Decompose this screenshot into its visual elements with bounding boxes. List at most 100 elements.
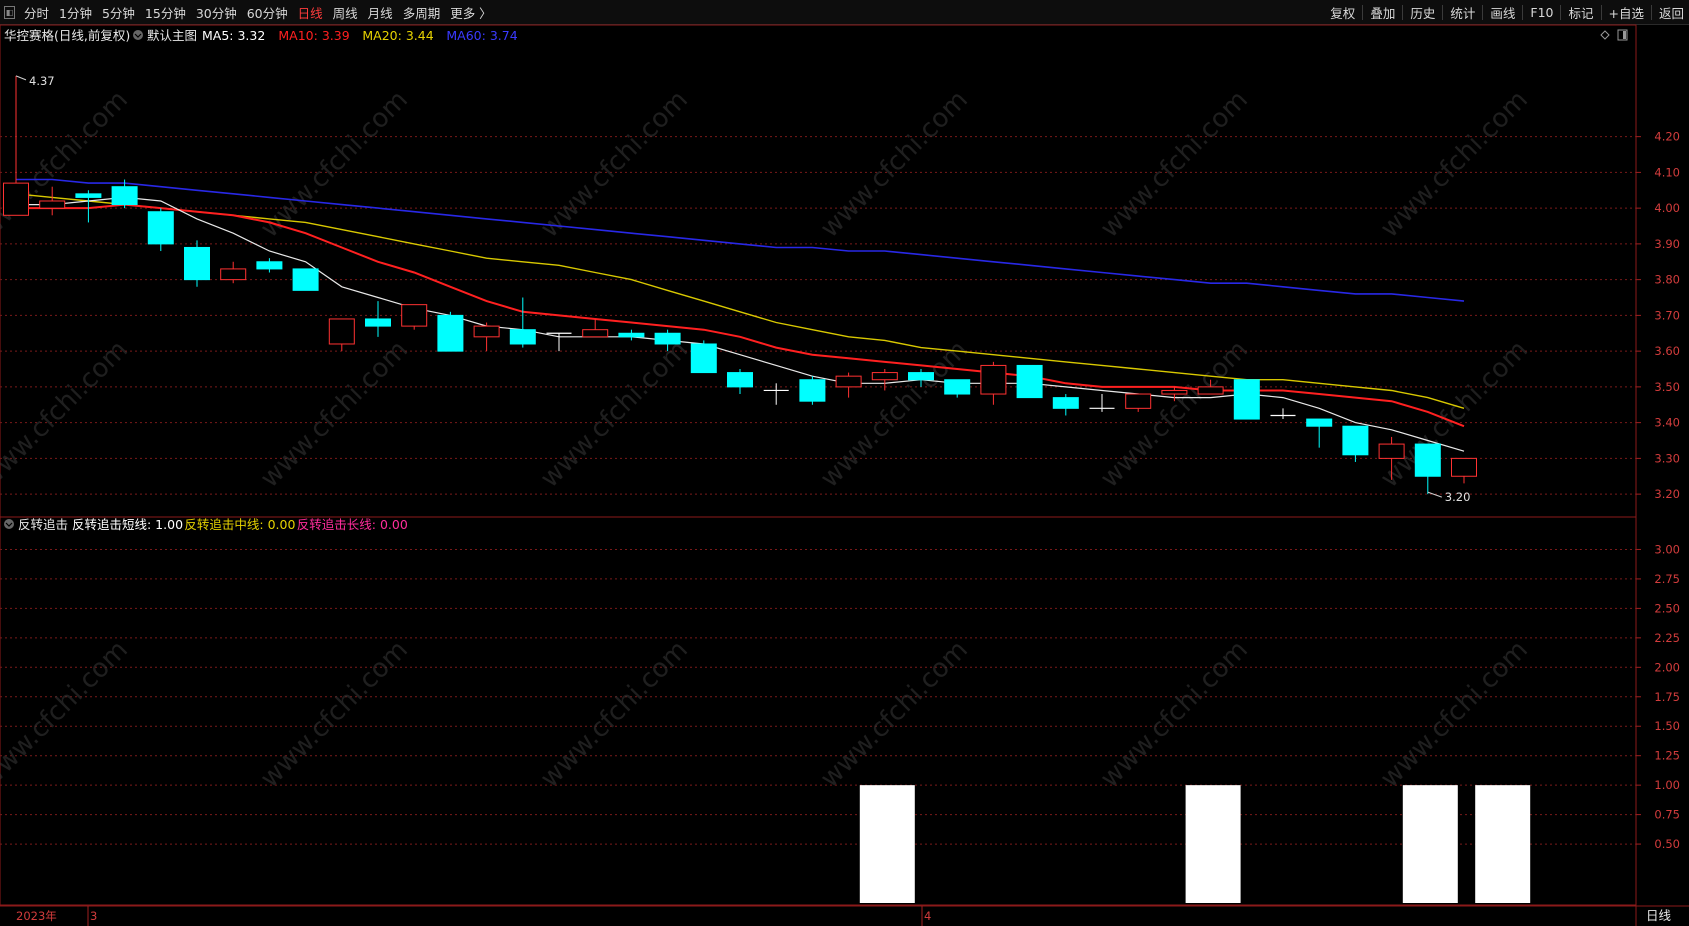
- candle-body-up[interactable]: [1125, 393, 1152, 409]
- indicator-tick-label: 1.50: [1654, 719, 1680, 733]
- candle-body-down[interactable]: [365, 318, 391, 327]
- indicator-tick-label: 0.50: [1654, 837, 1680, 851]
- indicator-dropdown-icon[interactable]: [4, 519, 14, 529]
- price-tick-label: 4.00: [1654, 201, 1680, 215]
- watermark-text: www.cfchi.com: [815, 85, 974, 244]
- watermark-text: www.cfchi.com: [1095, 85, 1254, 244]
- main-template-label[interactable]: 默认主图: [147, 28, 197, 43]
- watermark-text: www.cfchi.com: [815, 335, 974, 494]
- candle-body-down[interactable]: [509, 329, 536, 345]
- candle-body-up[interactable]: [835, 375, 862, 388]
- indicator-tick-label: 2.25: [1654, 631, 1680, 645]
- candle-body-up[interactable]: [220, 268, 247, 281]
- candle-body-down[interactable]: [690, 343, 717, 374]
- candle-body-up[interactable]: [980, 364, 1007, 395]
- candle-body-up[interactable]: [3, 182, 29, 216]
- price-tick-label: 3.90: [1654, 237, 1680, 251]
- candle-body-up[interactable]: [1378, 443, 1405, 459]
- candle-body-down[interactable]: [1342, 425, 1369, 456]
- watermark-text: www.cfchi.com: [1375, 635, 1534, 794]
- candle-body-up[interactable]: [1197, 386, 1224, 395]
- candle-body-down[interactable]: [111, 186, 138, 206]
- indicator-legend-item: 反转追击长线: 0.00: [297, 517, 408, 532]
- watermark-text: www.cfchi.com: [0, 335, 134, 494]
- watermark-text: www.cfchi.com: [535, 85, 694, 244]
- candle-body-down[interactable]: [908, 372, 934, 381]
- diamond-icon[interactable]: [1600, 30, 1610, 40]
- price-tick-label: 3.20: [1654, 487, 1680, 501]
- period-badge[interactable]: 日线: [1646, 908, 1672, 923]
- watermark-text: www.cfchi.com: [255, 635, 414, 794]
- candle-body-down[interactable]: [184, 246, 210, 281]
- candle-body-up[interactable]: [1451, 457, 1477, 477]
- signal-bar[interactable]: [1185, 785, 1241, 903]
- window-toggle-fill: [1623, 31, 1626, 39]
- candle-body-up[interactable]: [473, 325, 500, 338]
- ma-legend-item: MA60: 3.74: [446, 28, 517, 43]
- watermark-text: www.cfchi.com: [815, 635, 974, 794]
- signal-bar[interactable]: [1475, 785, 1531, 903]
- candle-body-down[interactable]: [292, 268, 319, 291]
- ma-legend-item: MA10: 3.39: [278, 28, 349, 43]
- price-tick-label: 4.20: [1654, 130, 1680, 144]
- kline-chart[interactable]: 4.20 4.10 4.00 3.90 3.80 3.70 3.60 3.50 3.40 3.30…: [0, 0, 1689, 926]
- indicator-tick-label: 2.75: [1654, 572, 1680, 586]
- high-price-pointer: [15, 75, 27, 81]
- price-tick-label: 3.50: [1654, 380, 1680, 394]
- candle-body-down[interactable]: [727, 372, 753, 388]
- candle-body-down[interactable]: [1052, 397, 1079, 409]
- year-label: 2023年: [16, 909, 57, 923]
- month-label: 4: [924, 909, 931, 923]
- candle-body-down[interactable]: [944, 379, 971, 395]
- month-label: 3: [90, 909, 97, 923]
- candle-body-down[interactable]: [256, 261, 283, 270]
- price-tick-label: 3.60: [1654, 344, 1680, 358]
- candle-body-down[interactable]: [654, 332, 681, 345]
- candle-body-down[interactable]: [618, 332, 645, 338]
- candle-body-down[interactable]: [799, 379, 826, 402]
- main-template-dropdown-icon[interactable]: [133, 30, 143, 40]
- indicator-panel-frame: [0, 516, 1637, 906]
- candle-body-down[interactable]: [437, 314, 464, 352]
- watermark-text: www.cfchi.com: [0, 635, 134, 794]
- candle-body-up[interactable]: [871, 372, 898, 381]
- candle-body-down[interactable]: [1414, 443, 1441, 477]
- ma-legend-item: MA5: 3.32: [202, 28, 265, 43]
- watermark-text: www.cfchi.com: [1095, 635, 1254, 794]
- candle-body-up[interactable]: [1161, 389, 1188, 395]
- indicator-tick-label: 1.00: [1654, 778, 1680, 792]
- candle-body-up[interactable]: [582, 329, 609, 338]
- low-price-pointer: [1427, 491, 1442, 498]
- stock-title: 华控赛格(日线,前复权): [4, 28, 130, 43]
- signal-bar[interactable]: [1402, 785, 1458, 903]
- watermark-text: www.cfchi.com: [0, 85, 134, 244]
- price-tick-label: 3.70: [1654, 308, 1680, 322]
- indicator-title[interactable]: 反转追击: [18, 517, 68, 532]
- watermark-text: www.cfchi.com: [535, 335, 694, 494]
- indicator-tick-label: 1.75: [1654, 690, 1680, 704]
- candle-body-up[interactable]: [328, 318, 355, 345]
- price-tick-label: 3.40: [1654, 416, 1680, 430]
- candle-body-down[interactable]: [1233, 379, 1260, 420]
- indicator-legend-item: 反转追击短线: 1.00: [72, 517, 183, 532]
- candle-body-up[interactable]: [401, 304, 428, 327]
- ma-legend-item: MA20: 3.44: [362, 28, 433, 43]
- candle-body-down[interactable]: [1306, 418, 1333, 427]
- price-tick-label: 3.30: [1654, 451, 1680, 465]
- price-tick-label: 3.80: [1654, 273, 1680, 287]
- low-price-label: 3.20: [1445, 490, 1471, 504]
- candle-body-down[interactable]: [1016, 364, 1043, 399]
- watermark-text: www.cfchi.com: [255, 335, 414, 494]
- high-price-label: 4.37: [29, 74, 55, 88]
- signal-bar[interactable]: [859, 785, 915, 903]
- candle-body-down[interactable]: [75, 193, 102, 198]
- candle-body-down[interactable]: [147, 211, 174, 245]
- watermark-text: www.cfchi.com: [1095, 335, 1254, 494]
- indicator-tick-label: 0.75: [1654, 808, 1680, 822]
- indicator-tick-label: 3.00: [1654, 542, 1680, 556]
- indicator-legend-item: 反转追击中线: 0.00: [184, 517, 295, 532]
- watermark-text: www.cfchi.com: [535, 635, 694, 794]
- indicator-tick-label: 1.25: [1654, 749, 1680, 763]
- candle-body-up[interactable]: [39, 200, 66, 209]
- watermark-text: www.cfchi.com: [1375, 85, 1534, 244]
